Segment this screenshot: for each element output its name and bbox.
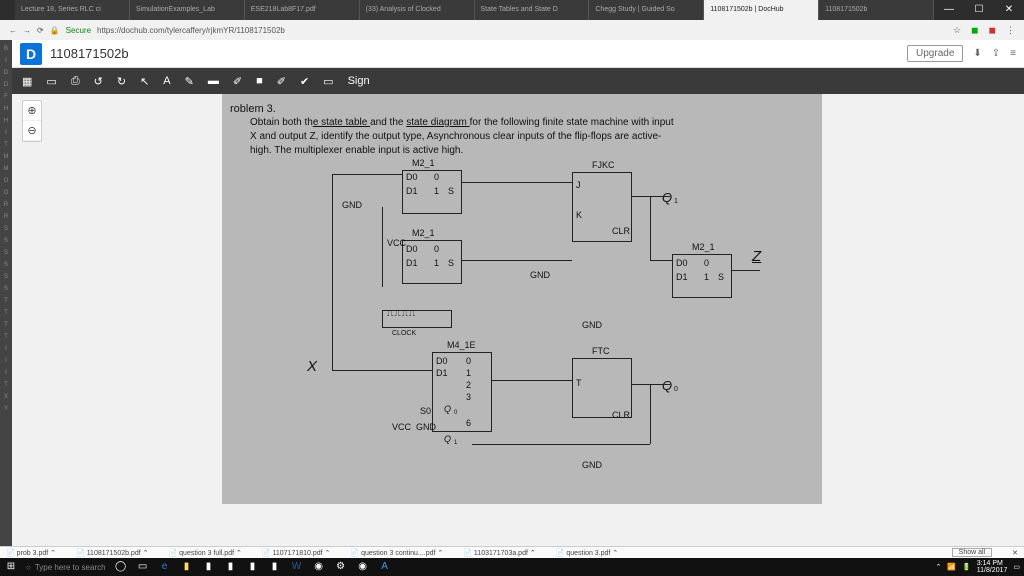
- reload-button[interactable]: ⟳: [37, 26, 44, 35]
- download-item[interactable]: 📄 1108171502b.pdf ⌃: [76, 549, 148, 557]
- text-tool[interactable]: A: [163, 75, 170, 87]
- edge-icon[interactable]: e: [158, 560, 172, 574]
- back-button[interactable]: ←: [9, 26, 17, 35]
- menu-icon[interactable]: ⋮: [1006, 25, 1015, 36]
- tab[interactable]: (33) Analysis of Clocked: [360, 0, 475, 20]
- downloads-bar: 📄 prob 3.pdf ⌃ 📄 1108171502b.pdf ⌃ 📄 que…: [0, 546, 1024, 558]
- problem-text: Obtain both th: [250, 117, 313, 128]
- problem-text: state diagram: [406, 117, 469, 128]
- doc-title: 1108171502b: [50, 46, 129, 61]
- redo-icon[interactable]: ↻: [117, 75, 126, 88]
- search-box[interactable]: ○ Type here to search: [26, 563, 106, 572]
- sign-tool[interactable]: Sign: [348, 75, 370, 87]
- close-downloads-button[interactable]: ✕: [1012, 549, 1018, 557]
- ext-icon[interactable]: ◼: [971, 25, 978, 36]
- stamp-tool[interactable]: ■: [256, 75, 263, 87]
- tab[interactable]: Lecture 18, Series RLC ci: [15, 0, 130, 20]
- zoom-out-button[interactable]: ⊖: [23, 121, 41, 141]
- pointer-tool[interactable]: ↖: [140, 75, 149, 88]
- problem-text: e state table: [313, 117, 370, 128]
- download-item[interactable]: 📄 prob 3.pdf ⌃: [6, 549, 56, 557]
- download-item[interactable]: 📄 question 3 full.pdf ⌃: [168, 549, 241, 557]
- app-icon[interactable]: A: [378, 560, 392, 574]
- store-icon[interactable]: ▮: [246, 560, 260, 574]
- tab[interactable]: 1108171502b: [819, 0, 934, 20]
- windows-taskbar: ⊞ ○ Type here to search ◯ ▭ e ▮ ▮ ▮ ▮ ▮ …: [0, 558, 1024, 576]
- image-tool[interactable]: ▭: [323, 75, 333, 88]
- tray-up-icon[interactable]: ⌃: [935, 563, 941, 571]
- undo-icon[interactable]: ↺: [94, 75, 103, 88]
- maximize-button[interactable]: ☐: [964, 0, 994, 20]
- start-button[interactable]: ⊞: [4, 560, 18, 574]
- dochub-logo: D: [20, 43, 42, 65]
- ext-icon[interactable]: ◼: [989, 25, 996, 36]
- tab[interactable]: ESE218Lab8F17.pdf: [245, 0, 360, 20]
- tab[interactable]: Chegg Study | Guided So: [589, 0, 704, 20]
- notifications-icon[interactable]: ▭: [1013, 563, 1020, 571]
- app-icon[interactable]: ▮: [224, 560, 238, 574]
- lock-icon: 🔒: [50, 26, 60, 35]
- zoom-in-button[interactable]: ⊕: [23, 101, 41, 121]
- tab[interactable]: SimulationExamples_Lab: [130, 0, 245, 20]
- cortana-icon[interactable]: ◯: [114, 560, 128, 574]
- check-tool[interactable]: ✔: [300, 75, 309, 88]
- problem-text: X and output Z, identify the output type…: [250, 131, 661, 142]
- minimize-button[interactable]: —: [934, 0, 964, 20]
- battery-icon[interactable]: 🔋: [962, 563, 971, 571]
- bookmarks-bar: BIDDFHHITMMOORRSSSSSSTTTTIIITXY: [0, 40, 12, 546]
- editor-toolbar: ▦ ▭ ⎙ ↺ ↻ ↖ A ✎ ▬ ✐ ■ ✐ ✔ ▭ Sign: [12, 68, 1024, 94]
- url-text[interactable]: https://dochub.com/tylercaffery/rjkmYR/1…: [97, 26, 285, 35]
- tab[interactable]: State Tables and State D: [475, 0, 590, 20]
- word-icon[interactable]: W: [290, 560, 304, 574]
- pen-tool[interactable]: ✎: [185, 75, 194, 88]
- share-icon[interactable]: ⇪: [992, 48, 1000, 59]
- secure-label: Secure: [66, 26, 91, 35]
- forward-button[interactable]: →: [23, 26, 31, 35]
- settings-icon[interactable]: ⚙: [334, 560, 348, 574]
- taskview-icon[interactable]: ▭: [136, 560, 150, 574]
- problem-text: for the following finite state machine w…: [470, 117, 674, 128]
- download-item[interactable]: 📄 question 3.pdf ⌃: [556, 549, 618, 557]
- tab-active[interactable]: 1108171502b | DocHub: [704, 0, 819, 20]
- app-icon[interactable]: ▮: [202, 560, 216, 574]
- star-icon[interactable]: ☆: [953, 25, 961, 36]
- marker-tool[interactable]: ✐: [233, 75, 242, 88]
- show-all-button[interactable]: Show all: [952, 548, 992, 557]
- pdf-page: roblem 3. Obtain both the state table an…: [222, 94, 822, 504]
- download-item[interactable]: 📄 1103171703a.pdf ⌃: [463, 549, 535, 557]
- clock[interactable]: 3:14 PM11/8/2017: [977, 560, 1008, 574]
- chrome-icon[interactable]: ◉: [356, 560, 370, 574]
- download-item[interactable]: 📄 question 3 continu....pdf ⌃: [350, 549, 443, 557]
- download-item[interactable]: 📄 1107171810.pdf ⌃: [262, 549, 331, 557]
- problem-title: roblem 3.: [230, 102, 804, 116]
- wifi-icon[interactable]: 📶: [947, 563, 956, 571]
- browser-tabs: Lecture 18, Series RLC ci SimulationExam…: [15, 0, 934, 20]
- print-icon[interactable]: ⎙: [71, 75, 80, 88]
- problem-text: and the: [370, 117, 406, 128]
- page-icon[interactable]: ▭: [46, 75, 56, 88]
- close-button[interactable]: ✕: [994, 0, 1024, 20]
- circuit-diagram: M2_1 D0 D1 S 0 1 GND FJKC J K CLR Q 1 M2…: [272, 160, 792, 492]
- download-icon[interactable]: ⬇: [973, 48, 981, 59]
- upgrade-button[interactable]: Upgrade: [907, 45, 963, 62]
- grid-icon[interactable]: ▦: [22, 75, 32, 88]
- app-icon[interactable]: ▮: [268, 560, 282, 574]
- explorer-icon[interactable]: ▮: [180, 560, 194, 574]
- highlight-tool[interactable]: ▬: [208, 75, 219, 87]
- steam-icon[interactable]: ◉: [312, 560, 326, 574]
- eraser-tool[interactable]: ✐: [277, 75, 286, 88]
- menu-icon[interactable]: ≡: [1010, 48, 1016, 59]
- problem-text: high. The multiplexer enable input is ac…: [250, 145, 463, 156]
